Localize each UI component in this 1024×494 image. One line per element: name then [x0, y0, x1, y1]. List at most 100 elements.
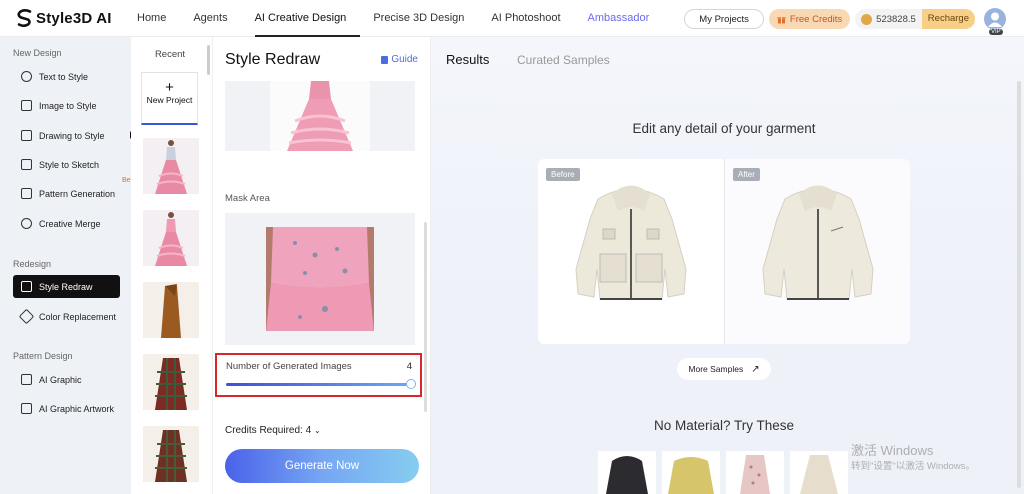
generated-images-label: Number of Generated Images — [226, 361, 352, 372]
sidebar-item-label: Creative Merge — [39, 218, 101, 229]
redraw-icon — [21, 281, 32, 292]
no-material-heading: No Material? Try These — [653, 418, 795, 433]
nav-home[interactable]: Home — [137, 0, 180, 37]
new-project-label: New Project — [146, 95, 193, 105]
artwork-icon — [21, 403, 32, 414]
results-area: Results Curated Samples Edit any detail … — [431, 37, 1024, 494]
nav-ambassador[interactable]: Ambassador — [588, 0, 664, 37]
top-bar: Style3D AI Home Agents AI Creative Desig… — [0, 0, 1024, 37]
mask-area-label: Mask Area — [225, 193, 270, 204]
page-title: Style Redraw — [225, 51, 321, 68]
brand-logo[interactable]: Style3D AI — [17, 9, 112, 27]
jacket-after-image — [762, 185, 874, 300]
jacket-before-image — [575, 185, 687, 300]
graphic-icon — [21, 374, 32, 385]
sidebar-item-label: AI Graphic Artwork — [39, 403, 115, 414]
sidebar-item-label: Style to Sketch — [39, 159, 100, 170]
sidebar-item-image-to-style[interactable]: Image to Style — [13, 94, 120, 117]
sketch-icon — [21, 159, 32, 170]
recent-thumb[interactable] — [143, 138, 199, 194]
main-nav: Home Agents AI Creative Design Precise 3… — [137, 0, 676, 37]
nav-agents[interactable]: Agents — [193, 0, 241, 37]
my-projects-button[interactable]: My Projects — [684, 9, 764, 29]
panel-scrollbar[interactable] — [424, 222, 427, 412]
merge-icon — [21, 218, 32, 229]
generate-now-button[interactable]: Generate Now — [225, 449, 419, 483]
recent-thumb[interactable] — [143, 354, 199, 410]
source-image[interactable] — [225, 81, 415, 151]
user-avatar[interactable]: VIP — [984, 8, 1006, 35]
sidebar-item-ai-graphic[interactable]: AI Graphic — [13, 368, 120, 391]
pink-gown-thumbnail — [155, 140, 187, 194]
sample-item[interactable] — [790, 451, 848, 494]
mask-area[interactable] — [225, 213, 415, 345]
plaid-dress-thumbnail — [155, 430, 187, 482]
recent-scrollbar[interactable] — [207, 45, 210, 75]
sidebar-item-color-replacement[interactable]: Color Replacement — [13, 305, 120, 328]
pink-gown-image — [270, 81, 370, 151]
after-panel: After — [724, 159, 910, 344]
results-scrollbar[interactable] — [1017, 81, 1021, 488]
gift-icon — [777, 16, 786, 23]
book-icon — [381, 55, 389, 64]
slider-handle[interactable] — [406, 379, 416, 389]
color-icon — [18, 308, 35, 325]
sidebar-item-label: Drawing to Style — [39, 130, 105, 141]
free-credits-button[interactable]: Free Credits — [768, 9, 851, 29]
credits-balance: 523828.5 Recharge — [855, 9, 975, 29]
text-style-icon — [21, 71, 32, 82]
sidebar-item-style-redraw[interactable]: Style Redraw — [13, 275, 120, 298]
recent-thumb[interactable] — [143, 210, 199, 266]
brown-dress-thumbnail — [161, 284, 181, 338]
floral-dress-sample — [740, 455, 770, 494]
new-project-button[interactable]: + New Project — [141, 72, 198, 125]
sidebar-item-ai-graphic-artwork[interactable]: AI Graphic Artwork — [13, 397, 120, 420]
pink-gown-thumbnail — [155, 212, 187, 266]
nav-ai-photoshoot[interactable]: AI Photoshoot — [491, 0, 574, 37]
generated-images-slider[interactable] — [226, 379, 416, 389]
sidebar-item-label: Image to Style — [39, 100, 97, 111]
left-sidebar: New Design Text to Style Image to Style … — [0, 37, 138, 494]
generated-images-value: 4 — [406, 361, 412, 372]
results-headline: Edit any detail of your garment — [632, 121, 816, 136]
free-credits-label: Free Credits — [789, 13, 843, 25]
before-badge: Before — [546, 168, 580, 181]
sidebar-item-pattern-generation[interactable]: Pattern Generation Beta — [13, 177, 136, 205]
coin-icon — [861, 13, 873, 25]
section-pattern-design: Pattern Design — [13, 351, 73, 361]
drawing-icon — [21, 130, 32, 141]
sidebar-item-text-to-style[interactable]: Text to Style — [13, 65, 120, 88]
user-icon — [988, 12, 1002, 27]
sidebar-item-drawing-to-style[interactable]: Drawing to Style — [13, 124, 138, 147]
sidebar-item-label: Color Replacement — [39, 311, 117, 322]
sample-item[interactable] — [598, 451, 656, 494]
topbar-actions: My Projects Free Credits 523828.5 Rechar… — [684, 8, 1006, 35]
section-redesign: Redesign — [13, 259, 52, 269]
sample-item[interactable] — [662, 451, 720, 494]
nav-precise-3d-design[interactable]: Precise 3D Design — [373, 0, 478, 37]
sidebar-item-creative-merge[interactable]: Creative Merge — [13, 212, 120, 235]
recharge-button[interactable]: Recharge — [921, 9, 975, 29]
sample-item[interactable] — [726, 451, 784, 494]
credits-required[interactable]: Credits Required: 4 ⌄ — [225, 425, 321, 436]
recent-thumb[interactable] — [143, 426, 199, 482]
style3d-logo-icon — [17, 9, 32, 27]
guide-link[interactable]: Guide — [381, 54, 418, 65]
pattern-icon — [21, 188, 32, 199]
brand-name: Style3D AI — [36, 9, 112, 27]
sidebar-item-style-to-sketch[interactable]: Style to Sketch — [13, 153, 120, 176]
more-samples-button[interactable]: More Samples ↗ — [677, 358, 771, 380]
windows-watermark-subtitle: 转到"设置"以激活 Windows。 — [851, 461, 975, 472]
generated-images-control: Number of Generated Images 4 — [215, 353, 422, 397]
black-jacket-sample — [606, 456, 648, 494]
nav-ai-creative-design[interactable]: AI Creative Design — [254, 0, 361, 37]
before-after-comparison: Before After — [538, 159, 910, 344]
tab-results[interactable]: Results — [446, 52, 489, 67]
more-samples-label: More Samples — [688, 364, 744, 374]
recent-title: Recent — [154, 49, 186, 60]
sidebar-item-label: AI Graphic — [39, 374, 82, 385]
recent-column: Recent + New Project — [131, 37, 213, 494]
sidebar-item-label: Pattern Generation — [39, 188, 116, 199]
recent-thumb[interactable] — [143, 282, 199, 338]
tab-curated-samples[interactable]: Curated Samples — [517, 53, 610, 67]
